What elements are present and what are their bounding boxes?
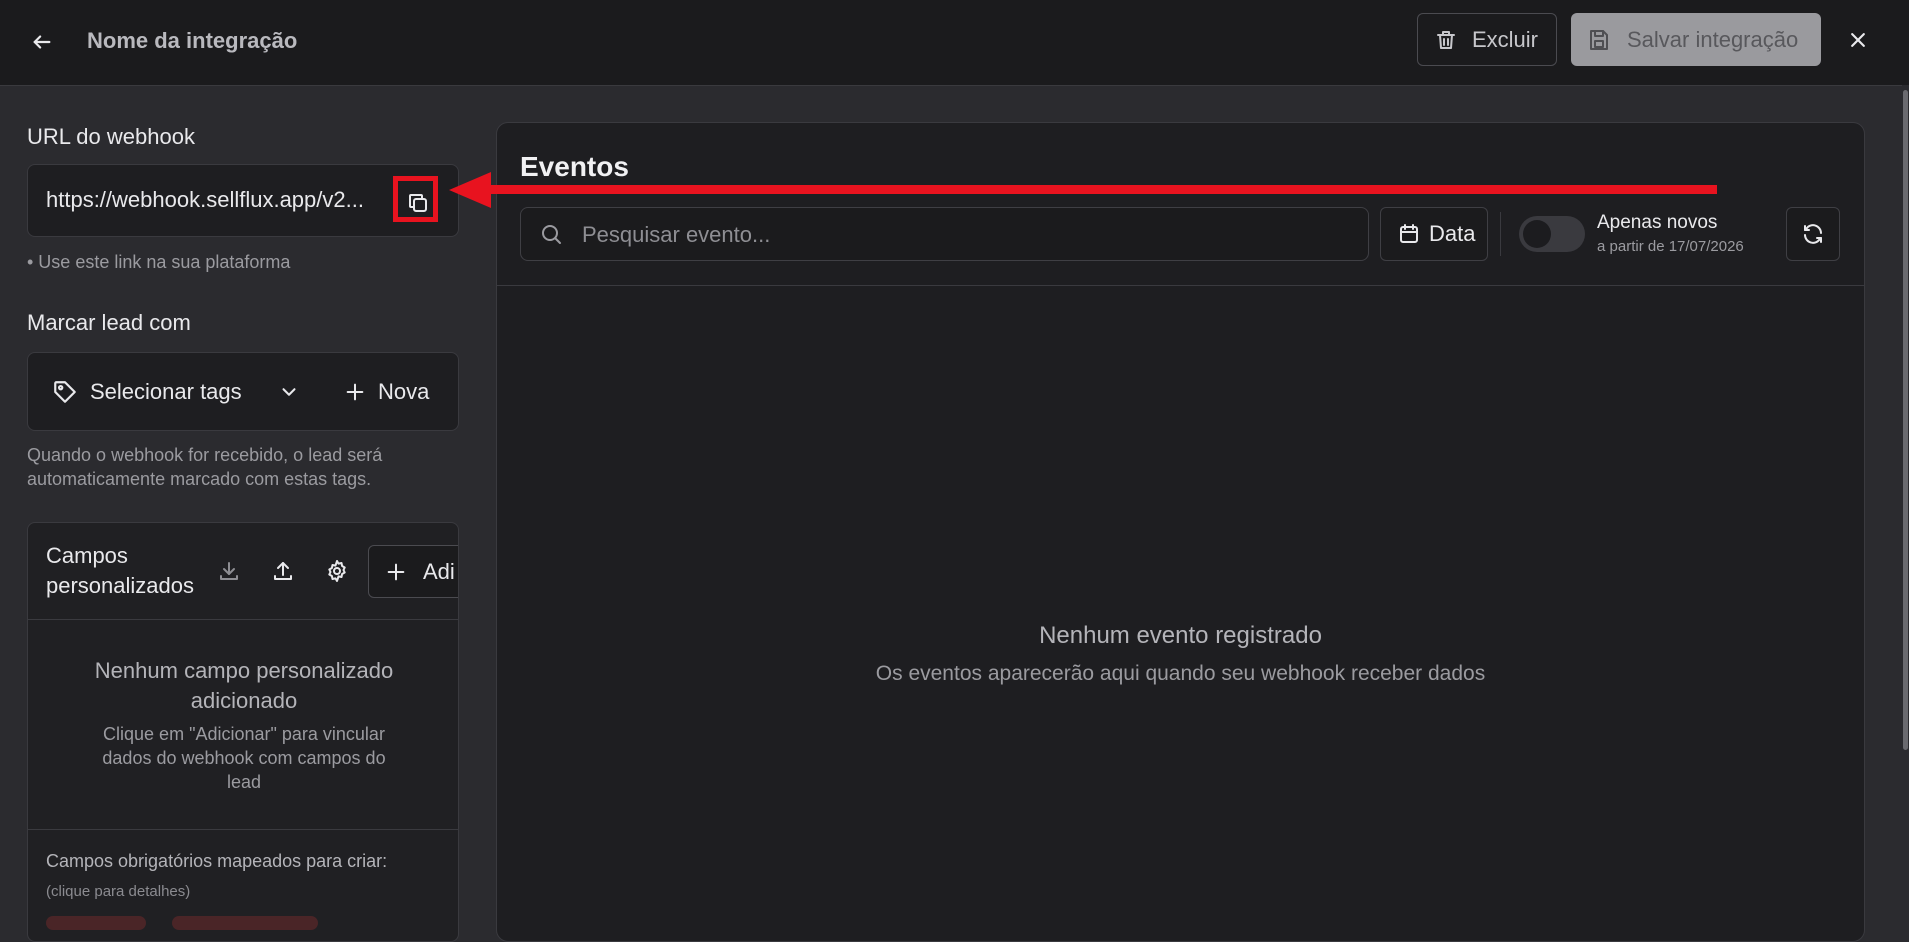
annotation-arrow-line xyxy=(476,185,1717,194)
divider xyxy=(28,829,458,830)
floppy-disk-icon xyxy=(1590,29,1608,50)
tags-dropdown-toggle[interactable] xyxy=(278,378,300,406)
chevron-down-icon xyxy=(282,388,296,396)
events-title: Eventos xyxy=(520,151,629,182)
events-empty-title: Nenhum evento registrado xyxy=(1039,622,1322,649)
upload-icon xyxy=(274,562,292,580)
delete-label: Excluir xyxy=(1472,26,1539,52)
download-icon xyxy=(220,562,238,580)
back-button[interactable] xyxy=(26,26,58,58)
settings-button[interactable] xyxy=(322,556,352,586)
plus-icon xyxy=(346,383,364,401)
divider xyxy=(28,619,458,620)
new-tag-label: Nova xyxy=(378,379,430,404)
toggle-knob xyxy=(1523,220,1551,248)
webhook-url-text[interactable]: https://webhook.sellflux.app/v2... xyxy=(46,187,408,213)
refresh-icon xyxy=(1804,224,1822,244)
custom-fields-card: Campos personalizados Adi Nenhum campo p… xyxy=(27,522,459,942)
add-field-button[interactable]: Adi xyxy=(368,545,458,598)
refresh-button[interactable] xyxy=(1786,207,1840,261)
empty-fields-sub-line3: lead xyxy=(226,772,262,792)
webhook-hint: • Use este link na sua plataforma xyxy=(27,252,291,272)
select-tags-label: Selecionar tags xyxy=(90,379,242,404)
empty-fields-title-line1: Nenhum campo personalizado xyxy=(94,658,394,683)
close-button[interactable] xyxy=(1842,24,1874,56)
new-tag-button[interactable]: Nova xyxy=(344,375,429,409)
date-filter-button[interactable]: Data xyxy=(1380,207,1488,261)
calendar-icon xyxy=(1400,224,1418,243)
required-fields-hint[interactable]: (clique para detalhes) xyxy=(46,883,190,900)
custom-fields-title-line2: personalizados xyxy=(46,573,194,598)
gear-icon xyxy=(328,560,346,582)
empty-fields-title-line2: adicionado xyxy=(190,688,298,713)
only-new-sublabel: a partir de 17/07/2026 xyxy=(1597,238,1744,255)
divider xyxy=(1500,212,1501,256)
add-field-label: Adi xyxy=(423,558,455,584)
close-icon xyxy=(1851,33,1865,47)
top-bar: Nome da integração Excluir Salvar integr… xyxy=(0,0,1909,86)
required-fields-text: Campos obrigatórios mapeados para criar: xyxy=(46,851,388,871)
divider xyxy=(497,285,1864,286)
save-label: Salvar integração xyxy=(1627,26,1799,52)
integration-name-input[interactable]: Nome da integração xyxy=(87,24,297,58)
upload-button[interactable] xyxy=(268,556,298,586)
annotation-arrow-head xyxy=(449,172,491,208)
events-empty-subtitle: Os eventos aparecerão aqui quando seu we… xyxy=(875,662,1486,685)
custom-fields-title-line1: Campos xyxy=(46,543,128,568)
date-filter-label: Data xyxy=(1429,221,1476,246)
empty-fields-sub-line2: dados do webhook com campos do xyxy=(102,748,386,768)
trash-icon xyxy=(1437,30,1455,49)
webhook-url-label: URL do webhook xyxy=(27,124,195,149)
only-new-toggle[interactable] xyxy=(1519,216,1585,252)
tags-hint-line2: automaticamente marcado com estas tags. xyxy=(27,469,372,489)
tags-hint-line1: Quando o webhook for recebido, o lead se… xyxy=(27,445,383,465)
custom-fields-title: Campos personalizados xyxy=(46,541,216,601)
search-icon xyxy=(539,222,563,246)
empty-fields-sub-line1: Clique em "Adicionar" para vincular xyxy=(103,724,385,744)
highlight-box xyxy=(393,176,438,222)
download-button[interactable] xyxy=(214,556,244,586)
delete-button[interactable]: Excluir xyxy=(1417,13,1557,66)
select-tags-dropdown[interactable]: Selecionar tags xyxy=(52,375,242,409)
plus-icon xyxy=(387,563,405,580)
tag-icon xyxy=(54,381,76,403)
only-new-label: Apenas novos xyxy=(1597,212,1718,233)
arrow-left-icon xyxy=(33,35,51,49)
required-field-badge[interactable] xyxy=(172,916,318,930)
scrollbar-thumb[interactable] xyxy=(1903,90,1908,750)
save-integration-button[interactable]: Salvar integração xyxy=(1571,13,1821,66)
search-event-input[interactable] xyxy=(580,212,1344,258)
required-field-badge[interactable] xyxy=(46,916,146,930)
tags-label: Marcar lead com xyxy=(27,310,191,335)
